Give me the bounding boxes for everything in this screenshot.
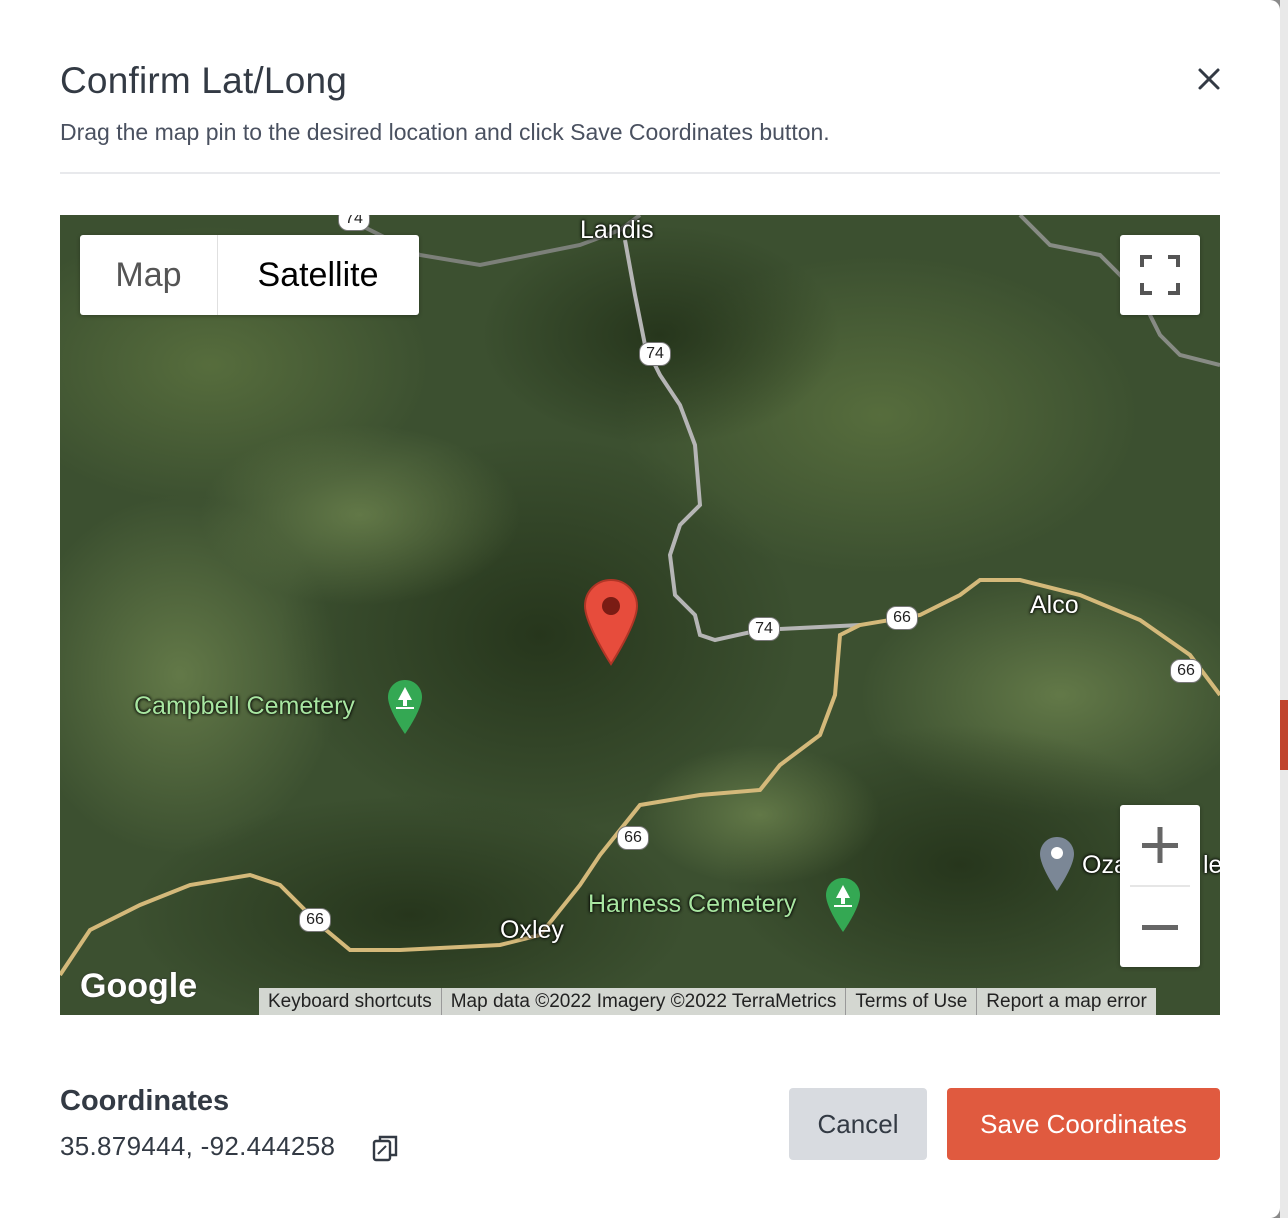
route-shield: 74: [639, 342, 671, 366]
terms-of-use-link[interactable]: Terms of Use: [846, 988, 978, 1015]
map-type-control: Map Satellite: [80, 235, 419, 315]
fullscreen-icon: [1140, 255, 1180, 295]
route-shield: 66: [886, 606, 918, 630]
map-type-map-option[interactable]: Map: [80, 235, 218, 315]
place-label-oxley: Oxley: [500, 916, 564, 944]
location-pin-marker[interactable]: [583, 578, 639, 666]
keyboard-shortcuts-link[interactable]: Keyboard shortcuts: [259, 988, 442, 1015]
minus-icon: [1142, 925, 1178, 930]
map-data-attribution: Map data ©2022 Imagery ©2022 TerraMetric…: [442, 988, 847, 1015]
place-pin-icon[interactable]: [1038, 835, 1076, 893]
modal-subtitle: Drag the map pin to the desired location…: [60, 119, 830, 145]
google-logo: Google: [80, 967, 198, 1005]
route-shield: 74: [338, 215, 370, 231]
route-shield: 66: [299, 908, 331, 932]
map-view[interactable]: Landis Alco Oxley Campbell Cemetery Harn…: [60, 215, 1220, 1015]
background-accent: [1280, 700, 1288, 770]
zoom-control: [1120, 805, 1200, 967]
coordinates-label: Coordinates: [60, 1085, 230, 1117]
route-shield: 66: [617, 826, 649, 850]
place-label-alco: Alco: [1030, 591, 1079, 619]
zoom-in-button[interactable]: [1120, 805, 1200, 885]
background-page-edge: [1280, 0, 1288, 1218]
copy-icon[interactable]: [370, 1132, 402, 1164]
fullscreen-button[interactable]: [1120, 235, 1200, 315]
coordinates-value: 35.879444, -92.444258: [60, 1131, 336, 1161]
place-label-landis: Landis: [580, 216, 654, 244]
place-label-harness-cemetery[interactable]: Harness Cemetery: [588, 890, 796, 919]
zoom-out-button[interactable]: [1120, 887, 1200, 967]
header-divider: [60, 172, 1220, 174]
cancel-button[interactable]: Cancel: [789, 1088, 927, 1160]
route-shield: 66: [1170, 659, 1202, 683]
close-icon[interactable]: [1190, 60, 1228, 98]
place-label-ozark-tail: le: [1203, 851, 1220, 879]
cemetery-pin-icon[interactable]: [824, 876, 862, 934]
map-type-satellite-option[interactable]: Satellite: [218, 235, 418, 315]
report-map-error-link[interactable]: Report a map error: [977, 988, 1156, 1015]
modal-title: Confirm Lat/Long: [60, 60, 348, 101]
map-attribution-bar: Keyboard shortcuts Map data ©2022 Imager…: [259, 988, 1156, 1015]
route-shield: 74: [748, 617, 780, 641]
confirm-latlong-modal: Confirm Lat/Long Drag the map pin to the…: [0, 0, 1280, 1218]
cemetery-pin-icon[interactable]: [386, 678, 424, 736]
place-label-campbell-cemetery[interactable]: Campbell Cemetery: [134, 692, 355, 721]
save-coordinates-button[interactable]: Save Coordinates: [947, 1088, 1220, 1160]
plus-icon: [1142, 827, 1178, 863]
